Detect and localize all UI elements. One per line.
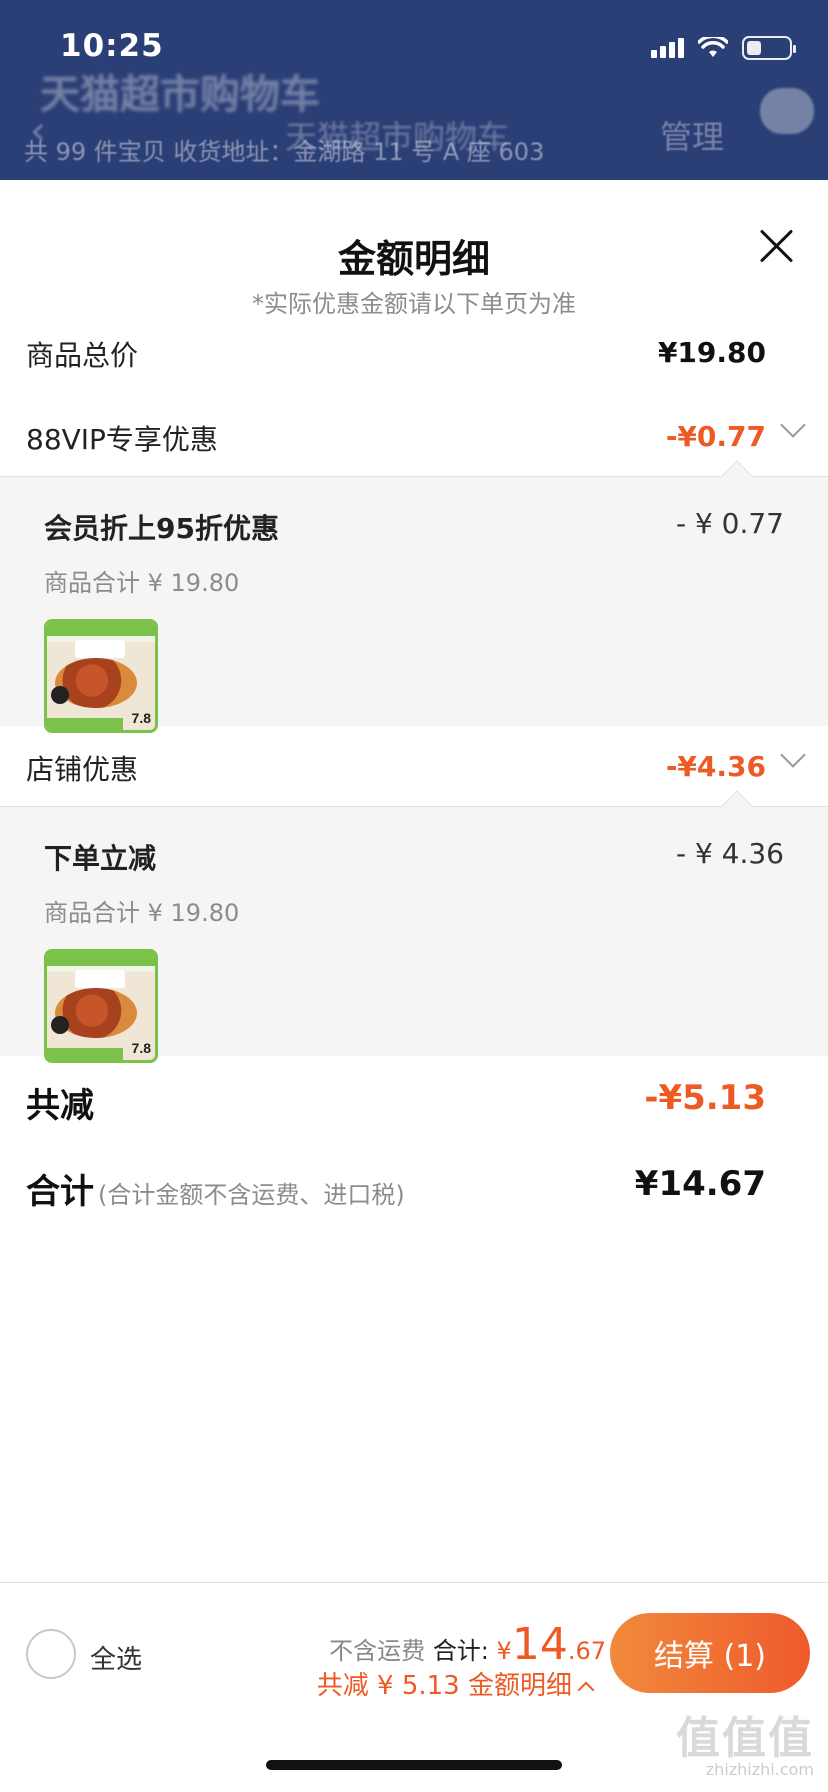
select-all-checkbox[interactable] [26, 1629, 76, 1679]
product-thumbnail[interactable]: 7.8 [44, 619, 158, 733]
home-indicator[interactable] [266, 1760, 562, 1770]
manage-button[interactable]: 管理 [660, 112, 724, 158]
signal-icon [651, 38, 684, 58]
grand-total-row: 合计 (合计金额不含运费、进口税) [26, 1164, 405, 1213]
store-discount-amount: -¥4.36 [665, 750, 766, 783]
sheet-subtitle: *实际优惠金额请以下单页为准 [252, 290, 576, 318]
vip-discount-amount: -¥0.77 [665, 420, 766, 453]
store-detail-title: 下单立减 [44, 842, 157, 875]
price-detail-sheet: 金额明细 *实际优惠金额请以下单页为准 商品总价 ¥19.80 88VIP专享优… [0, 180, 828, 1792]
status-time: 10:25 [60, 28, 164, 64]
vip-discount-label: 88VIP专享优惠 [26, 423, 218, 456]
chevron-up-icon [577, 1681, 595, 1699]
header-subtitle: 共 99 件宝贝 收货地址：金湖路 11 号 A 座 603 [24, 138, 545, 166]
total-currency: ¥ [496, 1637, 512, 1665]
battery-icon [742, 36, 796, 60]
chevron-down-icon[interactable] [780, 742, 806, 768]
vip-detail-amount: - ¥ 0.77 [675, 507, 784, 540]
store-detail-subtotal: 商品合计 ¥ 19.80 [44, 899, 240, 927]
product-thumbnail[interactable]: 7.8 [44, 949, 158, 1063]
thumbnail-price: 7.8 [131, 1040, 151, 1056]
shipping-note: 不含运费 [329, 1637, 426, 1665]
panel-pointer [721, 790, 753, 822]
total-integer: 14 [511, 1619, 568, 1670]
assistant-icon[interactable] [760, 88, 814, 134]
wifi-icon [698, 37, 728, 57]
total-summary: 不含运费 合计: ¥14.67 [329, 1619, 606, 1670]
vip-discount-panel: 会员折上95折优惠 - ¥ 0.77 商品合计 ¥ 19.80 7.8 [0, 460, 828, 733]
background-header: 10:25 天猫超市购物车 ‹ 天猫超市购物车 管理 共 99 件宝贝 收货地址… [0, 0, 828, 180]
grand-total-note: (合计金额不含运费、进口税) [98, 1181, 405, 1209]
store-discount-label: 店铺优惠 [26, 753, 139, 786]
panel-pointer [721, 460, 753, 492]
vip-detail-subtotal: 商品合计 ¥ 19.80 [44, 569, 240, 597]
total-label: 合计: [432, 1637, 489, 1665]
thumbnail-price: 7.8 [131, 710, 151, 726]
price-detail-toggle[interactable]: 共减 ¥ 5.13 金额明细 [316, 1665, 595, 1702]
subtotal-label: 商品总价 [26, 339, 139, 372]
watermark: 值值值 [676, 1713, 814, 1764]
select-all-label[interactable]: 全选 [90, 1639, 142, 1676]
total-discount-label: 共减 [26, 1086, 94, 1126]
store-detail-amount: - ¥ 4.36 [675, 837, 784, 870]
total-discount-amount: -¥5.13 [644, 1078, 766, 1118]
subtotal-amount: ¥19.80 [657, 336, 766, 369]
total-decimal: .67 [567, 1637, 606, 1665]
close-icon[interactable] [756, 226, 796, 266]
status-icons [651, 36, 796, 60]
discount-summary: 共减 ¥ 5.13 金额明细 [316, 1671, 572, 1701]
grand-total-label: 合计 [26, 1172, 94, 1212]
chevron-down-icon[interactable] [780, 412, 806, 438]
watermark-url: zhizhizhi.com [705, 1760, 814, 1779]
header-title-blurred-top: 天猫超市购物车 [40, 72, 320, 118]
vip-detail-title: 会员折上95折优惠 [44, 512, 279, 545]
sheet-title: 金额明细 [337, 237, 490, 281]
checkout-button[interactable]: 结算 (1) [610, 1613, 810, 1693]
grand-total-amount: ¥14.67 [634, 1164, 766, 1204]
store-discount-panel: 下单立减 - ¥ 4.36 商品合计 ¥ 19.80 7.8 [0, 790, 828, 1063]
